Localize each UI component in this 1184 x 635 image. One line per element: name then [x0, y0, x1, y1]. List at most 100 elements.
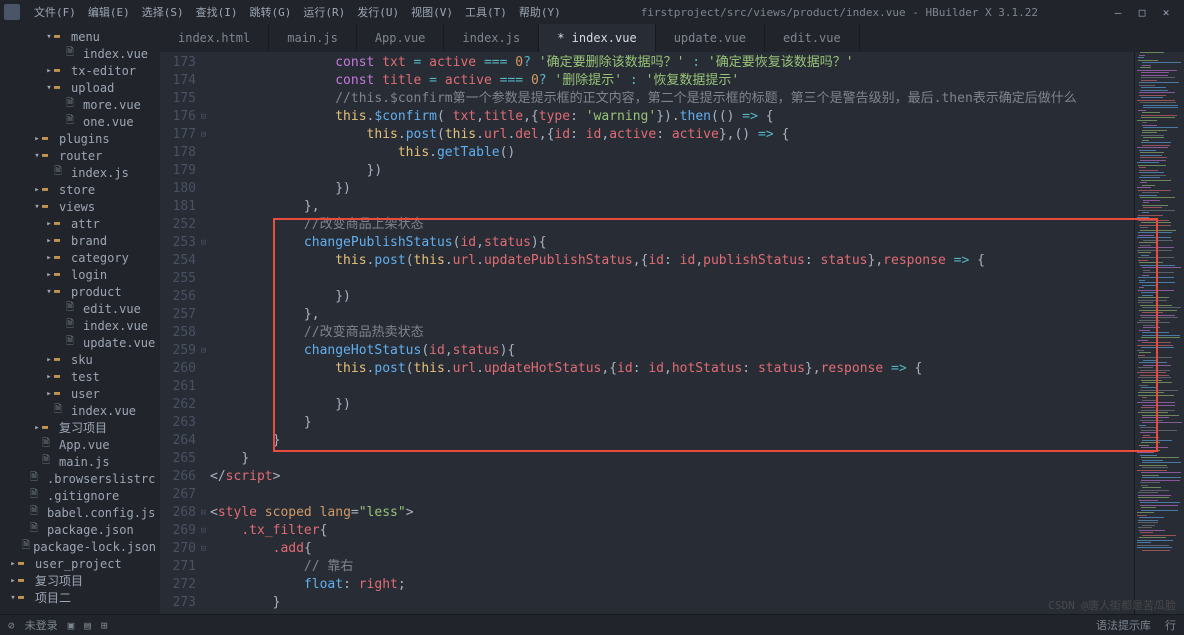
- editor-tab[interactable]: main.js: [269, 24, 357, 52]
- tree-folder[interactable]: ▸▬attr: [0, 215, 160, 232]
- menu-item[interactable]: 编辑(E): [82, 6, 136, 19]
- editor-tab[interactable]: update.vue: [656, 24, 765, 52]
- menu-item[interactable]: 选择(S): [136, 6, 190, 19]
- tree-file[interactable]: 🗎.gitignore: [0, 487, 160, 504]
- code-line[interactable]: .tx_filter{: [210, 522, 1134, 540]
- tree-file[interactable]: 🗎index.js: [0, 164, 160, 181]
- editor-tab[interactable]: index.html: [160, 24, 269, 52]
- tree-folder[interactable]: ▾▬product: [0, 283, 160, 300]
- split-icon[interactable]: ▤: [84, 619, 91, 632]
- tree-label: sku: [71, 353, 93, 367]
- tree-file[interactable]: 🗎index.vue: [0, 402, 160, 419]
- menu-item[interactable]: 视图(V): [405, 6, 459, 19]
- tree-file[interactable]: 🗎babel.config.js: [0, 504, 160, 521]
- minimize-button[interactable]: —: [1112, 6, 1124, 19]
- tree-folder[interactable]: ▾▬menu: [0, 28, 160, 45]
- code-line[interactable]: }: [210, 432, 1134, 450]
- menu-item[interactable]: 工具(T): [459, 6, 513, 19]
- tree-folder[interactable]: ▸▬user_project: [0, 555, 160, 572]
- tree-file[interactable]: 🗎update.vue: [0, 334, 160, 351]
- tree-folder[interactable]: ▸▬category: [0, 249, 160, 266]
- code-line[interactable]: this.getTable(): [210, 144, 1134, 162]
- code-line[interactable]: changeHotStatus(id,status){: [210, 342, 1134, 360]
- tree-folder[interactable]: ▸▬login: [0, 266, 160, 283]
- tree-folder[interactable]: ▸▬store: [0, 181, 160, 198]
- tree-folder[interactable]: ▸▬test: [0, 368, 160, 385]
- code-line[interactable]: this.$confirm( txt,title,{type: 'warning…: [210, 108, 1134, 126]
- code-line[interactable]: //改变商品热卖状态: [210, 324, 1134, 342]
- tree-folder[interactable]: ▾▬upload: [0, 79, 160, 96]
- editor-tab[interactable]: * index.vue: [539, 24, 655, 52]
- code-line[interactable]: }): [210, 162, 1134, 180]
- code-line[interactable]: }: [210, 414, 1134, 432]
- syntax-lib[interactable]: 语法提示库: [1096, 617, 1151, 633]
- tree-folder[interactable]: ▸▬plugins: [0, 130, 160, 147]
- menu-item[interactable]: 发行(U): [351, 6, 405, 19]
- menu-item[interactable]: 运行(R): [297, 6, 351, 19]
- code-line[interactable]: }: [210, 594, 1134, 612]
- code-line[interactable]: .add{: [210, 540, 1134, 558]
- file-explorer[interactable]: ▾▬menu🗎index.vue▸▬tx-editor▾▬upload🗎more…: [0, 24, 160, 614]
- terminal-icon[interactable]: ▣: [68, 619, 75, 632]
- tree-file[interactable]: 🗎index.vue: [0, 317, 160, 334]
- tree-file[interactable]: 🗎edit.vue: [0, 300, 160, 317]
- tree-folder[interactable]: ▾▬router: [0, 147, 160, 164]
- code-line[interactable]: [210, 486, 1134, 504]
- tree-folder[interactable]: ▸▬tx-editor: [0, 62, 160, 79]
- code-line[interactable]: this.post(this.url.updateHotStatus,{id: …: [210, 360, 1134, 378]
- code-line[interactable]: float: right;: [210, 576, 1134, 594]
- login-status[interactable]: 未登录: [25, 617, 58, 633]
- close-button[interactable]: ✕: [1160, 6, 1172, 19]
- code-line[interactable]: //改变商品上架状态: [210, 216, 1134, 234]
- more-icon[interactable]: ⊞: [101, 619, 108, 632]
- statusbar: ⊘ 未登录 ▣ ▤ ⊞ 语法提示库 行: [0, 614, 1184, 635]
- editor-tab[interactable]: edit.vue: [765, 24, 860, 52]
- tree-label: index.vue: [83, 47, 148, 61]
- tree-file[interactable]: 🗎index.vue: [0, 45, 160, 62]
- minimap[interactable]: [1134, 52, 1184, 614]
- code-line[interactable]: }): [210, 180, 1134, 198]
- tree-folder[interactable]: ▸▬复习项目: [0, 419, 160, 436]
- tree-file[interactable]: 🗎package-lock.json: [0, 538, 160, 555]
- maximize-button[interactable]: □: [1136, 6, 1148, 19]
- line-number: 175: [160, 90, 196, 108]
- tree-label: menu: [71, 30, 100, 44]
- menu-item[interactable]: 文件(F): [28, 6, 82, 19]
- code-editor[interactable]: const txt = active === 0? '确定要删除该数据吗？' :…: [210, 52, 1134, 614]
- code-line[interactable]: }): [210, 396, 1134, 414]
- code-line[interactable]: </script>: [210, 468, 1134, 486]
- code-line[interactable]: <style scoped lang="less">: [210, 504, 1134, 522]
- code-line[interactable]: this.post(this.url.del,{id: id,active: a…: [210, 126, 1134, 144]
- tree-folder[interactable]: ▾▬项目二: [0, 589, 160, 606]
- line-number: 255: [160, 270, 196, 288]
- code-line[interactable]: const title = active === 0? '删除提示' : '恢复…: [210, 72, 1134, 90]
- code-line[interactable]: //this.$confirm第一个参数是提示框的正文内容，第二个是提示框的标题…: [210, 90, 1134, 108]
- menu-item[interactable]: 帮助(Y): [513, 6, 567, 19]
- code-line[interactable]: }: [210, 450, 1134, 468]
- expand-icon: ▸: [32, 134, 42, 144]
- tree-file[interactable]: 🗎App.vue: [0, 436, 160, 453]
- tree-file[interactable]: 🗎more.vue: [0, 96, 160, 113]
- code-line[interactable]: }): [210, 288, 1134, 306]
- code-line[interactable]: changePublishStatus(id,status){: [210, 234, 1134, 252]
- tree-file[interactable]: 🗎.browserslistrc: [0, 470, 160, 487]
- tree-folder[interactable]: ▾▬views: [0, 198, 160, 215]
- tree-folder[interactable]: ▸▬brand: [0, 232, 160, 249]
- tree-folder[interactable]: ▸▬sku: [0, 351, 160, 368]
- code-line[interactable]: const txt = active === 0? '确定要删除该数据吗？' :…: [210, 54, 1134, 72]
- tree-folder[interactable]: ▸▬user: [0, 385, 160, 402]
- code-line[interactable]: },: [210, 306, 1134, 324]
- tree-folder[interactable]: ▸▬复习项目: [0, 572, 160, 589]
- code-line[interactable]: },: [210, 198, 1134, 216]
- editor-tab[interactable]: index.js: [444, 24, 539, 52]
- menu-item[interactable]: 跳转(G): [244, 6, 298, 19]
- code-line[interactable]: this.post(this.url.updatePublishStatus,{…: [210, 252, 1134, 270]
- tree-file[interactable]: 🗎main.js: [0, 453, 160, 470]
- editor-tab[interactable]: App.vue: [357, 24, 445, 52]
- code-line[interactable]: [210, 378, 1134, 396]
- code-line[interactable]: [210, 270, 1134, 288]
- tree-file[interactable]: 🗎package.json: [0, 521, 160, 538]
- tree-file[interactable]: 🗎one.vue: [0, 113, 160, 130]
- code-line[interactable]: // 靠右: [210, 558, 1134, 576]
- menu-item[interactable]: 查找(I): [190, 6, 244, 19]
